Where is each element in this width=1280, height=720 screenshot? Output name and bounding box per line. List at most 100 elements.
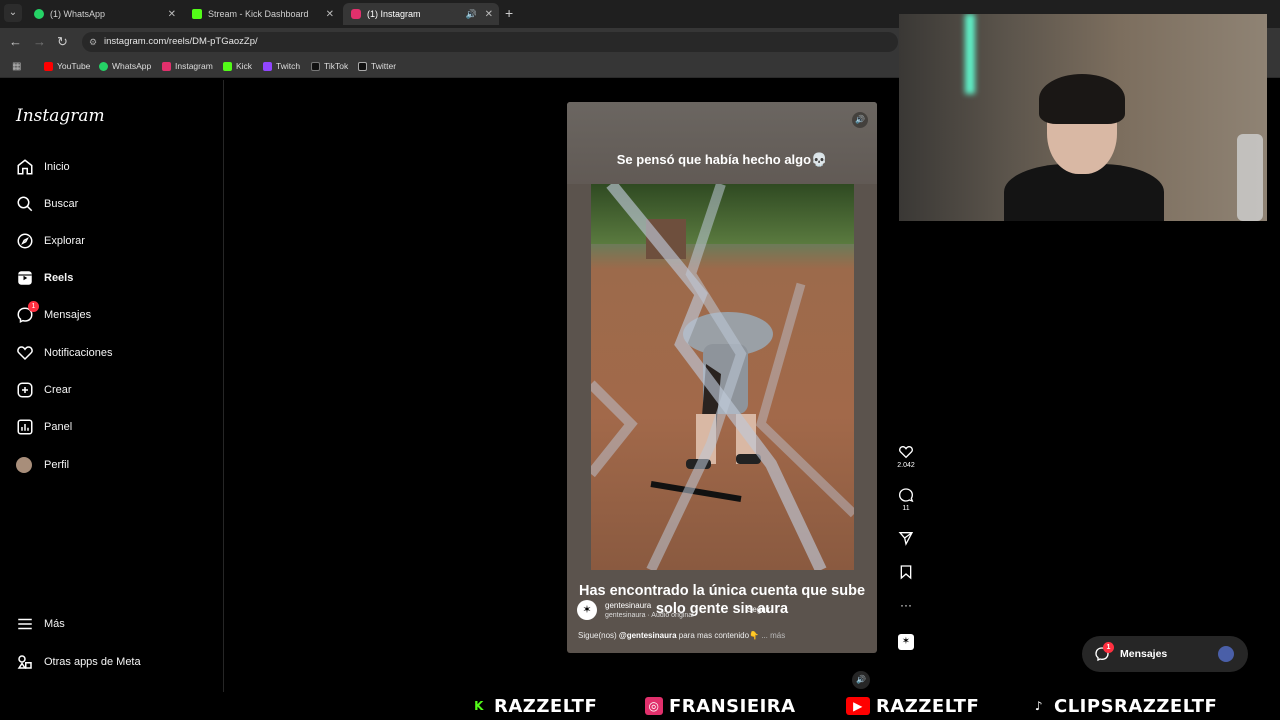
sidebar-item-perfil[interactable]: Perfil (16, 453, 69, 477)
author-avatar[interactable]: ✶ (577, 600, 597, 620)
apps-grid-icon[interactable]: ▦ (12, 61, 21, 72)
description-suffix: para mas contenido👇 (678, 631, 759, 640)
bookmark-youtube[interactable]: YouTube (44, 61, 90, 71)
banner-instagram: ◎ FRANSIEIRA (645, 695, 796, 717)
sidebar-item-mensajes[interactable]: 1 Mensajes (16, 301, 91, 327)
audio-track-thumbnail[interactable]: ✶ (898, 634, 914, 650)
description-prefix: Sigue(nos) (578, 631, 617, 640)
site-info-icon[interactable]: ⚙ (89, 32, 97, 52)
sidebar-item-notificaciones[interactable]: Notificaciones (16, 341, 112, 365)
forward-icon[interactable]: → (33, 34, 46, 49)
bookmark-whatsapp[interactable]: WhatsApp (99, 61, 151, 71)
back-icon[interactable]: ← (9, 34, 22, 49)
follow-button[interactable]: Seguir (747, 605, 770, 614)
banner-kick: K RAZZELTF (470, 696, 597, 717)
x-icon (358, 61, 367, 71)
like-button[interactable]: 2.042 (894, 444, 918, 469)
comment-icon (898, 488, 914, 503)
sidebar-item-reels[interactable]: Reels (16, 266, 73, 290)
close-icon[interactable]: ✕ (326, 9, 334, 20)
bookmark-instagram[interactable]: Instagram (162, 61, 213, 71)
url-field[interactable]: ⚙ instagram.com/reels/DM-pTGaozZp/ (82, 32, 898, 52)
save-button[interactable] (894, 564, 918, 582)
chain-fence (591, 184, 854, 570)
new-tab-button[interactable]: + (505, 5, 513, 21)
more-link[interactable]: ... más (761, 631, 785, 640)
sidebar-item-label: Reels (44, 272, 74, 284)
youtube-icon: ▶ (846, 697, 870, 715)
notification-badge: 1 (28, 301, 39, 312)
reload-icon[interactable]: ↻ (57, 34, 68, 50)
reel-description: Sigue(nos) @gentesinaura para mas conten… (578, 631, 785, 640)
instagram-icon (351, 9, 361, 19)
like-count: 2.042 (897, 462, 915, 469)
bookmark-twitch[interactable]: Twitch (263, 61, 300, 71)
banner-tiktok: ♪ CLIPSRAZZELTF (1030, 695, 1218, 717)
bookmark-label: Instagram (175, 61, 213, 71)
heart-icon (899, 445, 913, 459)
water-bottle (1237, 134, 1263, 221)
tab-kick[interactable]: Stream - Kick Dashboard ✕ (184, 3, 340, 25)
audio-label[interactable]: gentesinaura · Audio original (605, 612, 694, 619)
bookmark-label: Twitch (276, 61, 301, 71)
reel-video-frame[interactable] (591, 184, 854, 570)
sidebar-item-label: Notificaciones (44, 347, 113, 359)
whatsapp-icon (34, 9, 44, 19)
sidebar-item-label: Más (44, 618, 65, 630)
instagram-sidebar: Instagram Inicio Buscar Explorar Reels 1… (0, 80, 224, 692)
youtube-icon (44, 61, 53, 71)
plus-icon (16, 381, 34, 399)
messages-floating-button[interactable]: 1 Mensajes (1082, 636, 1248, 672)
bookmark-kick[interactable]: Kick (223, 61, 252, 71)
reel-video-player[interactable]: 🔊 Se pensó que había hecho algo💀 Has enc… (567, 102, 877, 653)
tab-search-button[interactable]: ⌄ (4, 4, 22, 22)
led-light (965, 14, 975, 94)
bookmark-label: YouTube (57, 61, 91, 71)
close-icon[interactable]: ✕ (168, 9, 176, 20)
more-options-icon[interactable]: ··· (894, 598, 918, 612)
reels-icon (16, 269, 34, 287)
banner-label: CLIPSRAZZELTF (1054, 695, 1218, 717)
author-username[interactable]: gentesinaura (605, 601, 651, 610)
close-icon[interactable]: ✕ (485, 9, 493, 20)
compass-icon (16, 232, 34, 250)
share-button[interactable] (894, 530, 918, 548)
volume-icon[interactable]: 🔊 (852, 671, 870, 689)
tab-label: (1) WhatsApp (50, 9, 106, 19)
sidebar-item-meta-apps[interactable]: Otras apps de Meta (16, 650, 141, 674)
comment-button[interactable]: 11 (894, 487, 918, 512)
volume-icon[interactable]: 🔊 (852, 112, 868, 128)
speaker-icon[interactable]: 🔊 (466, 9, 477, 20)
home-icon (16, 158, 34, 176)
sidebar-item-buscar[interactable]: Buscar (16, 192, 78, 216)
sidebar-item-explorar[interactable]: Explorar (16, 229, 85, 253)
bookmark-tiktok[interactable]: TikTok (311, 61, 348, 71)
tab-label: Stream - Kick Dashboard (208, 9, 309, 19)
messenger-icon: 1 (1094, 642, 1114, 662)
stream-social-banner: K RAZZELTF ◎ FRANSIEIRA ▶ RAZZELTF ♪ CLI… (0, 692, 1280, 720)
tiktok-icon: ♪ (1034, 699, 1044, 713)
sidebar-item-inicio[interactable]: Inicio (16, 155, 70, 179)
tab-whatsapp[interactable]: (1) WhatsApp ✕ (26, 3, 182, 25)
banner-label: FRANSIEIRA (669, 695, 796, 717)
bookmark-label: Twitter (371, 61, 397, 71)
kick-icon (192, 9, 202, 19)
banner-youtube: ▶ RAZZELTF (846, 696, 979, 717)
sidebar-item-panel[interactable]: Panel (16, 415, 72, 439)
whatsapp-icon (99, 61, 108, 71)
description-mention[interactable]: @gentesinaura (619, 631, 677, 640)
reel-author[interactable]: ✶ gentesinaura gentesinaura · Audio orig… (577, 600, 694, 620)
messages-label: Mensajes (1120, 648, 1168, 660)
sidebar-item-mas[interactable]: Más (16, 612, 65, 636)
tab-instagram[interactable]: (1) Instagram 🔊 ✕ (343, 3, 499, 25)
comment-count: 11 (902, 505, 910, 512)
instagram-logo[interactable]: Instagram (16, 106, 105, 126)
search-icon (16, 195, 34, 213)
chart-icon (16, 418, 34, 436)
kick-icon: K (474, 699, 484, 713)
bookmark-twitter[interactable]: Twitter (358, 61, 396, 71)
bookmark-icon (900, 565, 912, 580)
sidebar-item-label: Perfil (44, 459, 70, 471)
sidebar-item-crear[interactable]: Crear (16, 378, 72, 402)
sidebar-item-label: Buscar (44, 198, 79, 210)
